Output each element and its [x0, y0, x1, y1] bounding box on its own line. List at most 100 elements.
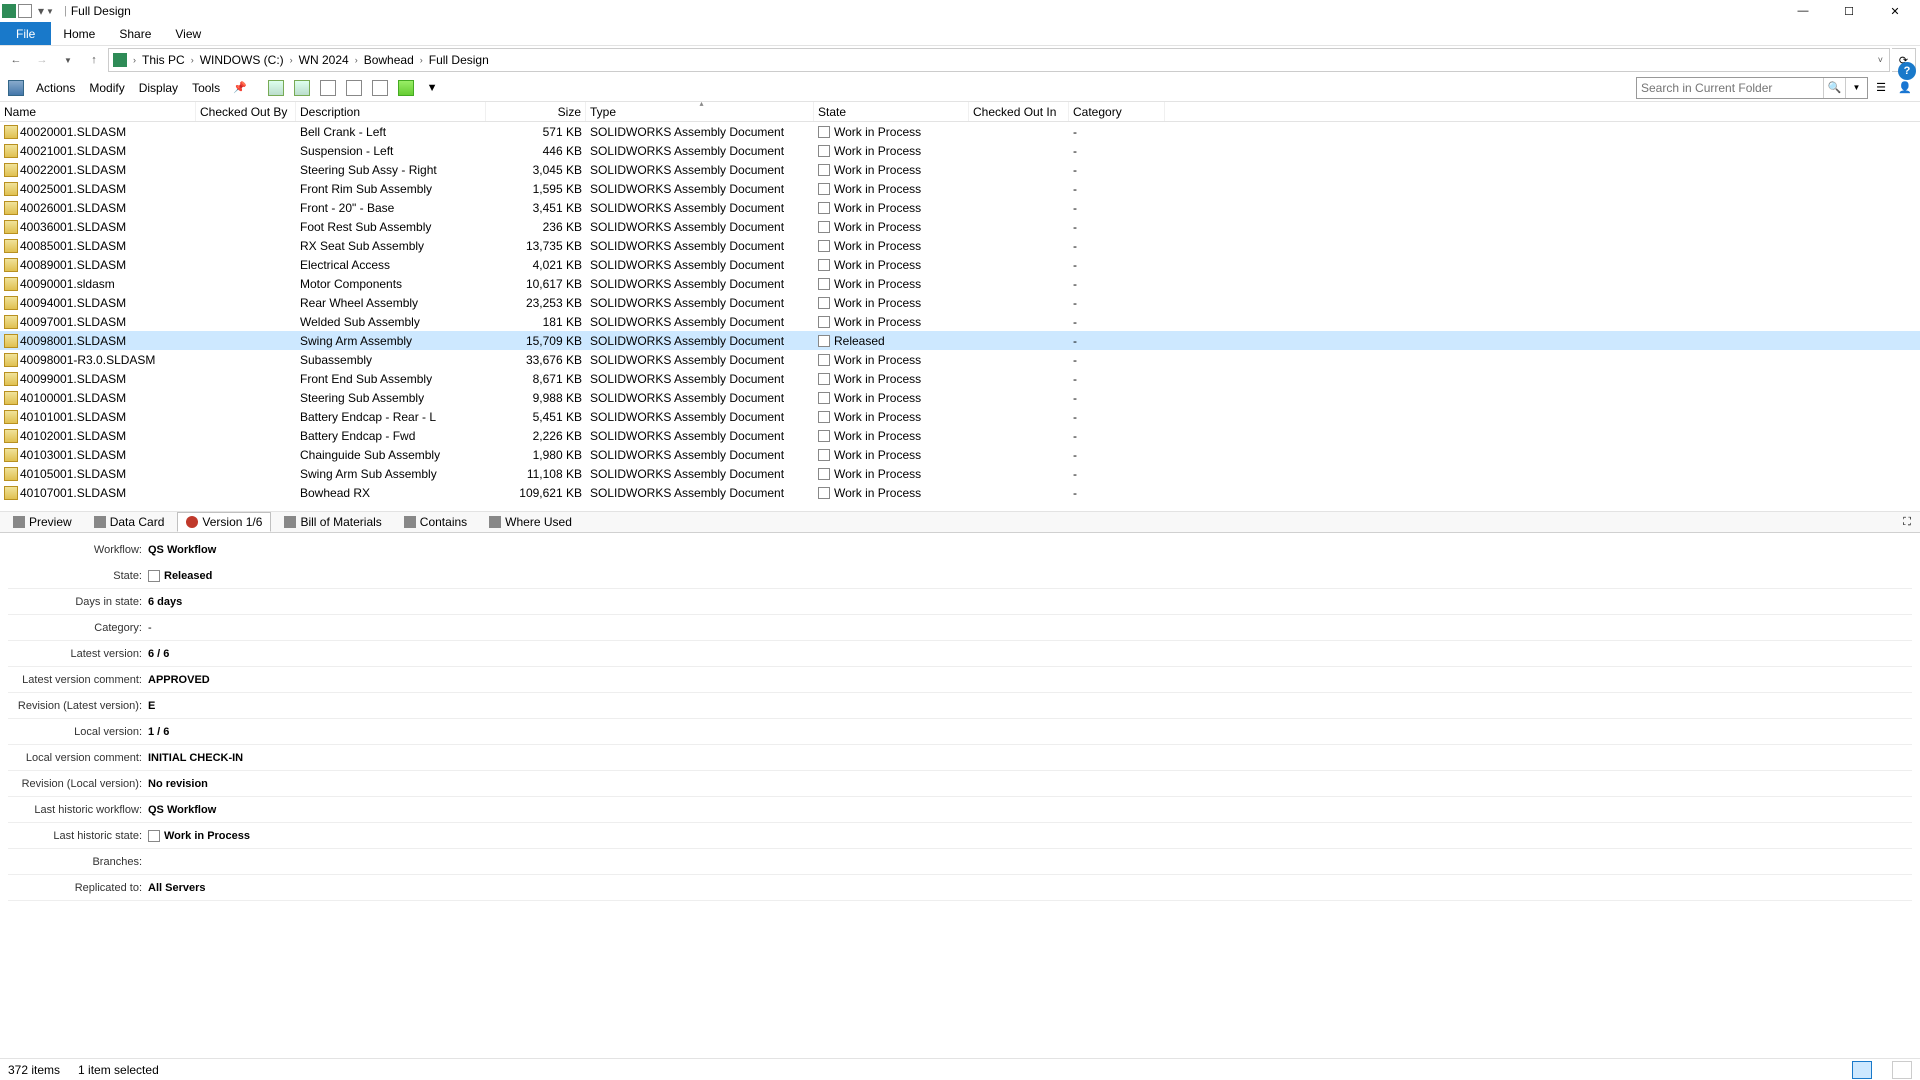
table-row[interactable]: 40026001.SLDASMFront - 20" - Base3,451 K… — [0, 198, 1920, 217]
cell-category: - — [1069, 163, 1165, 177]
table-row[interactable]: 40021001.SLDASMSuspension - Left446 KBSO… — [0, 141, 1920, 160]
column-state[interactable]: State — [814, 102, 969, 121]
get-latest-icon[interactable] — [316, 76, 340, 100]
chevron-right-icon[interactable]: › — [131, 55, 138, 65]
view-options-icon[interactable]: ☰ — [1870, 77, 1892, 99]
search-icon[interactable]: 🔍 — [1823, 78, 1845, 98]
tab-version[interactable]: Version 1/6 — [177, 512, 271, 532]
filter-icon[interactable]: ▼ — [420, 76, 444, 100]
table-row[interactable]: 40102001.SLDASMBattery Endcap - Fwd2,226… — [0, 426, 1920, 445]
doc-icon[interactable] — [18, 4, 32, 18]
checkin-icon[interactable] — [264, 76, 288, 100]
tab-home[interactable]: Home — [51, 22, 107, 45]
table-row[interactable]: 40099001.SLDASMFront End Sub Assembly8,6… — [0, 369, 1920, 388]
view-large-icons-button[interactable] — [1892, 1061, 1912, 1079]
column-category[interactable]: Category — [1069, 102, 1165, 121]
table-row[interactable]: 40085001.SLDASMRX Seat Sub Assembly13,73… — [0, 236, 1920, 255]
chevron-right-icon[interactable]: › — [418, 55, 425, 65]
address-bar[interactable]: › This PC › WINDOWS (C:) › WN 2024 › Bow… — [108, 48, 1890, 72]
tab-preview[interactable]: Preview — [4, 512, 81, 532]
qat-dropdown-icon[interactable]: ▼ — [46, 7, 54, 16]
chevron-right-icon[interactable]: › — [288, 55, 295, 65]
breadcrumb-item[interactable]: Full Design — [425, 53, 493, 67]
column-type[interactable]: Type▴ — [586, 102, 814, 121]
breadcrumb-item[interactable]: WN 2024 — [295, 53, 353, 67]
label-latest-version: Latest version: — [8, 648, 148, 660]
column-checked-out-in[interactable]: Checked Out In — [969, 102, 1069, 121]
tab-view[interactable]: View — [163, 22, 213, 45]
table-row[interactable]: 40020001.SLDASMBell Crank - Left571 KBSO… — [0, 122, 1920, 141]
column-description[interactable]: Description — [296, 102, 486, 121]
file-list[interactable]: 40020001.SLDASMBell Crank - Left571 KBSO… — [0, 122, 1920, 511]
new-folder-icon[interactable] — [368, 76, 392, 100]
assembly-file-icon — [4, 182, 18, 196]
pdm-logo-icon[interactable] — [4, 76, 28, 100]
table-row[interactable]: 40105001.SLDASMSwing Arm Sub Assembly11,… — [0, 464, 1920, 483]
table-row[interactable]: 40100001.SLDASMSteering Sub Assembly9,98… — [0, 388, 1920, 407]
up-button[interactable]: ↑ — [82, 48, 106, 72]
tab-file[interactable]: File — [0, 22, 51, 45]
cell-type: SOLIDWORKS Assembly Document — [586, 448, 814, 462]
table-row[interactable]: 40097001.SLDASMWelded Sub Assembly181 KB… — [0, 312, 1920, 331]
chevron-right-icon[interactable]: › — [189, 55, 196, 65]
cell-name: 40025001.SLDASM — [0, 182, 196, 196]
cell-name: 40098001.SLDASM — [0, 334, 196, 348]
help-icon[interactable]: ? — [1898, 62, 1916, 80]
datacard-icon — [94, 516, 106, 528]
qat-save-icon[interactable]: ▾ — [38, 4, 44, 18]
chevron-down-icon[interactable]: ˅ — [1876, 55, 1885, 65]
ribbon: File Home Share View — [0, 22, 1920, 46]
table-row[interactable]: 40090001.sldasmMotor Components10,617 KB… — [0, 274, 1920, 293]
table-row[interactable]: 40089001.SLDASMElectrical Access4,021 KB… — [0, 255, 1920, 274]
column-name[interactable]: Name — [0, 102, 196, 121]
column-size[interactable]: Size — [486, 102, 586, 121]
menu-modify[interactable]: Modify — [83, 79, 130, 97]
recent-dropdown[interactable]: ▼ — [56, 48, 80, 72]
table-row[interactable]: 40101001.SLDASMBattery Endcap - Rear - L… — [0, 407, 1920, 426]
tab-data-card[interactable]: Data Card — [85, 512, 174, 532]
cell-size: 10,617 KB — [486, 277, 586, 291]
breadcrumb-item[interactable]: This PC — [138, 53, 189, 67]
back-button[interactable]: ← — [4, 48, 28, 72]
view-details-button[interactable] — [1852, 1061, 1872, 1079]
column-checked-out-by[interactable]: Checked Out By — [196, 102, 296, 121]
breadcrumb-item[interactable]: Bowhead — [360, 53, 418, 67]
breadcrumb-item[interactable]: WINDOWS (C:) — [196, 53, 288, 67]
expand-panel-icon[interactable]: ⛶ — [1898, 513, 1916, 531]
minimize-button[interactable]: — — [1780, 0, 1826, 22]
search-input[interactable] — [1637, 81, 1823, 95]
menu-actions[interactable]: Actions — [30, 79, 81, 97]
table-row[interactable]: 40103001.SLDASMChainguide Sub Assembly1,… — [0, 445, 1920, 464]
cell-type: SOLIDWORKS Assembly Document — [586, 201, 814, 215]
tab-bom[interactable]: Bill of Materials — [275, 512, 390, 532]
cell-type: SOLIDWORKS Assembly Document — [586, 296, 814, 310]
label-replicated: Replicated to: — [8, 882, 148, 894]
get-version-icon[interactable] — [342, 76, 366, 100]
file-name: 40107001.SLDASM — [20, 486, 126, 500]
tab-share[interactable]: Share — [107, 22, 163, 45]
table-row[interactable]: 40098001.SLDASMSwing Arm Assembly15,709 … — [0, 331, 1920, 350]
menu-display[interactable]: Display — [133, 79, 184, 97]
label-local-version: Local version: — [8, 726, 148, 738]
search-box[interactable]: 🔍 ▼ — [1636, 77, 1868, 99]
table-row[interactable]: 40098001-R3.0.SLDASMSubassembly33,676 KB… — [0, 350, 1920, 369]
close-button[interactable]: ✕ — [1872, 0, 1918, 22]
change-state-icon[interactable] — [394, 76, 418, 100]
tab-contains[interactable]: Contains — [395, 512, 476, 532]
table-row[interactable]: 40025001.SLDASMFront Rim Sub Assembly1,5… — [0, 179, 1920, 198]
cell-description: Bell Crank - Left — [296, 125, 486, 139]
pin-icon[interactable]: 📌 — [228, 76, 252, 100]
maximize-button[interactable]: ☐ — [1826, 0, 1872, 22]
chevron-right-icon[interactable]: › — [353, 55, 360, 65]
table-row[interactable]: 40036001.SLDASMFoot Rest Sub Assembly236… — [0, 217, 1920, 236]
menu-tools[interactable]: Tools — [186, 79, 226, 97]
table-row[interactable]: 40107001.SLDASMBowhead RX109,621 KBSOLID… — [0, 483, 1920, 502]
table-row[interactable]: 40094001.SLDASMRear Wheel Assembly23,253… — [0, 293, 1920, 312]
value-workflow: QS Workflow — [148, 544, 216, 556]
table-row[interactable]: 40022001.SLDASMSteering Sub Assy - Right… — [0, 160, 1920, 179]
checkout-icon[interactable] — [290, 76, 314, 100]
tab-where-used[interactable]: Where Used — [480, 512, 581, 532]
file-name: 40020001.SLDASM — [20, 125, 126, 139]
forward-button[interactable]: → — [30, 48, 54, 72]
search-dropdown-icon[interactable]: ▼ — [1845, 78, 1867, 98]
